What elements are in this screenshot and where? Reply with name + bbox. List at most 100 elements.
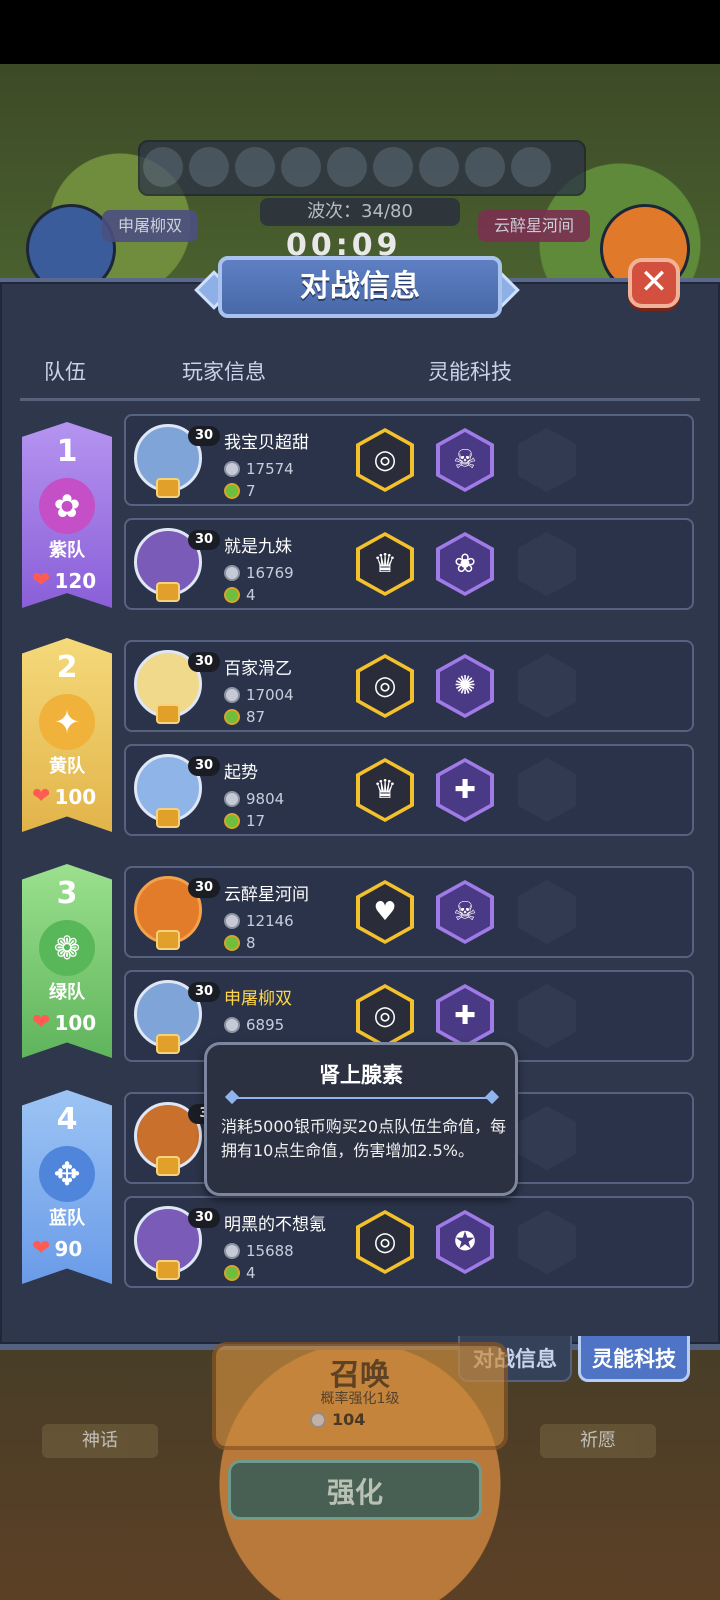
- rank-badge-icon: [156, 582, 180, 602]
- team-hp: ❤ 120: [32, 568, 97, 593]
- player-name: 云醉星河间: [224, 885, 309, 905]
- player-level: 30: [188, 426, 220, 446]
- player-level: 30: [188, 756, 220, 776]
- player-row[interactable]: 30 我宝贝超甜 17574 7 ◎ ☠: [124, 414, 694, 506]
- tech-empty-slot: [518, 532, 576, 596]
- player-name: 就是九妹: [224, 537, 292, 557]
- tech-gold-beast-icon[interactable]: ♛: [356, 532, 414, 596]
- team-ribbon-purple: 1 ✿ 紫队 ❤ 120: [22, 422, 112, 608]
- rank-badge-icon: [156, 808, 180, 828]
- tech-gold-ring-icon[interactable]: ◎: [356, 654, 414, 718]
- summon-subtitle: 概率强化1级: [320, 1391, 400, 1407]
- gold-coin-icon: [224, 709, 240, 725]
- tech-purple-lotus-icon[interactable]: ❀: [436, 532, 494, 596]
- silver-coin-icon: [310, 1411, 326, 1428]
- gold-coin-icon: [224, 1265, 240, 1281]
- column-header-tech: 灵能科技: [428, 360, 512, 384]
- player-row[interactable]: 30 明黑的不想氪 15688 4 ◎ ✪: [124, 1196, 694, 1288]
- silver-coin-icon: [224, 913, 240, 929]
- silver-stat: 9804: [224, 790, 284, 808]
- silver-coin-icon: [224, 687, 240, 703]
- player-level: 30: [188, 530, 220, 550]
- rank-badge-icon: [156, 704, 180, 724]
- tech-empty-slot: [518, 984, 576, 1048]
- silver-stat: 17574: [224, 460, 294, 478]
- tech-purple-orb-icon[interactable]: ✪: [436, 1210, 494, 1274]
- player-level: 30: [188, 1208, 220, 1228]
- team-ribbon-blue: 4 ✥ 蓝队 ❤ 90: [22, 1090, 112, 1284]
- silver-coin-icon: [224, 1017, 240, 1033]
- tab-psionic-tech[interactable]: 灵能科技: [578, 1336, 690, 1382]
- tech-purple-swirl-icon[interactable]: ✺: [436, 654, 494, 718]
- player-row[interactable]: 30 百家滑乙 17004 87 ◎ ✺: [124, 640, 694, 732]
- gold-coin-icon: [224, 935, 240, 951]
- tech-gold-ring-icon[interactable]: ◎: [356, 984, 414, 1048]
- tech-empty-slot: [518, 1210, 576, 1274]
- gold-stat: 87: [224, 708, 265, 726]
- gold-stat: 4: [224, 586, 256, 604]
- team-emblem-icon: ✥: [39, 1146, 95, 1202]
- summon-button[interactable]: 召唤 概率强化1级 104: [212, 1342, 508, 1450]
- gold-coin-icon: [224, 813, 240, 829]
- tech-empty-slot: [518, 1106, 576, 1170]
- silver-stat: 6895: [224, 1016, 284, 1034]
- right-player-name: 云醉星河间: [478, 210, 591, 242]
- player-level: 30: [188, 982, 220, 1002]
- player-row[interactable]: 30 起势 9804 17 ♛ ✚: [124, 744, 694, 836]
- gold-stat: 7: [224, 482, 256, 500]
- tech-empty-slot: [518, 758, 576, 822]
- team-rank: 2: [56, 650, 78, 685]
- team-rank: 1: [56, 434, 78, 469]
- summon-cost: 104: [310, 1410, 365, 1429]
- heart-icon: ❤: [32, 1236, 51, 1261]
- player-name: 我宝贝超甜: [224, 433, 309, 453]
- tech-purple-syringe-icon[interactable]: ✚: [436, 758, 494, 822]
- silver-stat: 15688: [224, 1242, 294, 1260]
- team-rank: 4: [56, 1102, 78, 1137]
- tooltip-description: 消耗5000银币购买20点队伍生命值，每拥有10点生命值，伤害增加2.5%。: [221, 1117, 507, 1160]
- team-emblem-icon: ✿: [39, 478, 95, 534]
- tech-purple-skull-icon[interactable]: ☠: [436, 880, 494, 944]
- team-name: 绿队: [49, 982, 85, 1003]
- column-header-player: 玩家信息: [182, 360, 266, 384]
- gold-stat: 8: [224, 934, 256, 952]
- tooltip-divider: [233, 1097, 491, 1099]
- player-row[interactable]: 30 就是九妹 16769 4 ♛ ❀: [124, 518, 694, 610]
- team-emblem-icon: ✦: [39, 694, 95, 750]
- silver-coin-icon: [224, 461, 240, 477]
- team-hp: ❤ 90: [32, 1236, 83, 1261]
- close-button[interactable]: ✕: [628, 258, 680, 308]
- team-hp: ❤ 100: [32, 1010, 97, 1035]
- rank-badge-icon: [156, 930, 180, 950]
- heart-icon: ❤: [32, 1010, 51, 1035]
- team-emblem-icon: ❁: [39, 920, 95, 976]
- silver-coin-icon: [224, 565, 240, 581]
- left-player-name: 申屠柳双: [102, 210, 199, 242]
- status-bar: [0, 0, 720, 64]
- silver-stat: 12146: [224, 912, 294, 930]
- tech-gold-heart-icon[interactable]: ♥: [356, 880, 414, 944]
- player-name: 百家滑乙: [224, 659, 292, 679]
- rank-badge-icon: [156, 1156, 180, 1176]
- tech-gold-ring-icon[interactable]: ◎: [356, 428, 414, 492]
- tech-empty-slot: [518, 880, 576, 944]
- team-rank: 3: [56, 876, 78, 911]
- pray-button[interactable]: 祈愿: [540, 1424, 656, 1458]
- enhance-button[interactable]: 强化: [228, 1460, 482, 1520]
- silver-stat: 16769: [224, 564, 294, 582]
- gold-stat: 17: [224, 812, 265, 830]
- tech-empty-slot: [518, 654, 576, 718]
- team-ribbon-green: 3 ❁ 绿队 ❤ 100: [22, 864, 112, 1058]
- tech-gold-beast-icon[interactable]: ♛: [356, 758, 414, 822]
- player-row[interactable]: 30 云醉星河间 12146 8 ♥ ☠: [124, 866, 694, 958]
- player-name: 申屠柳双: [224, 989, 292, 1009]
- myth-button[interactable]: 神话: [42, 1424, 158, 1458]
- tech-gold-ring-icon[interactable]: ◎: [356, 1210, 414, 1274]
- hero-selection-strip: [138, 140, 586, 196]
- team-name: 黄队: [49, 756, 85, 777]
- tech-purple-skull-icon[interactable]: ☠: [436, 428, 494, 492]
- wave-counter: 波次：34/80: [260, 198, 460, 226]
- column-header-team: 队伍: [44, 360, 86, 384]
- player-level: 30: [188, 652, 220, 672]
- tech-purple-syringe-icon[interactable]: ✚: [436, 984, 494, 1048]
